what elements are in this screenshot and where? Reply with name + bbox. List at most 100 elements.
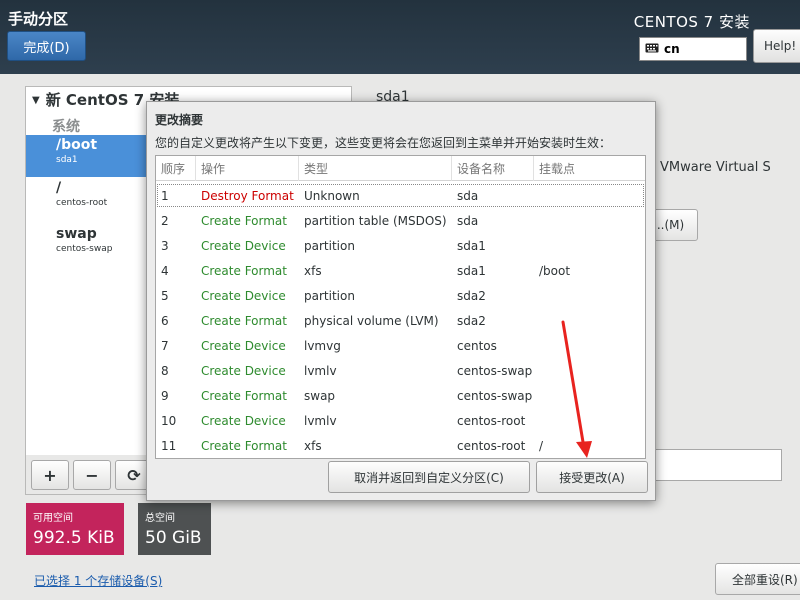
row-device: centos-root (457, 413, 526, 428)
dialog-title: 更改摘要 (155, 113, 204, 127)
mountpoint-name: swap (56, 226, 97, 242)
total-space-box: 总空间 50 GiB (138, 503, 211, 555)
changes-table: 顺序 操作 类型 设备名称 挂载点 1 Destroy Format Unknown… (155, 155, 646, 459)
available-space-label: 可用空间 (33, 513, 73, 524)
row-device: centos-swap (457, 388, 533, 403)
mountpoint-device: centos-swap (56, 244, 113, 254)
row-order: 2 (161, 213, 169, 228)
column-header-action[interactable]: 操作 (196, 156, 299, 181)
accept-changes-button[interactable]: 接受更改(A) (536, 461, 648, 493)
row-device: sda2 (457, 313, 486, 328)
column-header-order[interactable]: 顺序 (156, 156, 196, 181)
table-row[interactable]: 4 Create Format xfs sda1/boot (156, 258, 645, 283)
row-device: centos-swap (457, 363, 533, 378)
table-row[interactable]: 7 Create Device lvmvg centos (156, 333, 645, 358)
table-row[interactable]: 11 Create Format xfs centos-root / (156, 433, 645, 458)
row-action: Create Format (201, 213, 287, 228)
row-action: Create Format (201, 388, 287, 403)
row-order: 3 (161, 238, 169, 253)
column-header-mountpoint[interactable]: 挂载点 (534, 156, 645, 181)
row-order: 9 (161, 388, 169, 403)
row-type: xfs (304, 263, 322, 278)
row-type: lvmlv (304, 413, 337, 428)
product-title: CENTOS 7 安装 (633, 13, 750, 31)
modify-device-button[interactable]: ...(M) (650, 209, 698, 241)
row-device: sda (457, 213, 479, 228)
table-row[interactable]: 8 Create Device lvmlv centos-swap (156, 358, 645, 383)
row-action: Create Device (201, 338, 286, 353)
row-type: xfs (304, 438, 322, 453)
device-name-label: VMware Virtual S (660, 160, 771, 175)
row-action: Create Format (201, 438, 287, 453)
reset-all-button[interactable]: 全部重设(R) (715, 563, 800, 595)
table-row[interactable]: 1 Destroy Format Unknown sda (156, 183, 645, 208)
row-action: Create Device (201, 363, 286, 378)
row-action: Create Device (201, 238, 286, 253)
row-type: partition table (MSDOS) (304, 213, 447, 228)
mountpoint-device: sda1 (56, 155, 78, 165)
mountpoint-item-root[interactable]: / centos-root (26, 178, 146, 220)
mountpoint-device: centos-root (56, 198, 108, 208)
row-order: 1 (161, 188, 169, 203)
row-device: centos (457, 338, 497, 353)
row-order: 8 (161, 363, 169, 378)
help-button[interactable]: Help! (753, 29, 800, 63)
total-space-label: 总空间 (145, 513, 175, 524)
row-order: 11 (161, 438, 177, 453)
row-device: sda (457, 188, 479, 203)
table-row[interactable]: 10 Create Device lvmlv centos-root (156, 408, 645, 433)
keyboard-icon (645, 42, 659, 56)
top-header: 手动分区 完成(D) CENTOS 7 安装 cn Help! (0, 0, 800, 74)
available-space-box: 可用空间 992.5 KiB (26, 503, 124, 555)
column-header-type[interactable]: 类型 (299, 156, 452, 181)
row-type: lvmvg (304, 338, 341, 353)
expander-triangle-icon: ▼ (32, 95, 40, 106)
row-device: sda1 (457, 238, 486, 253)
total-space-value: 50 GiB (145, 528, 202, 548)
page-title: 手动分区 (8, 10, 69, 28)
row-device: centos-root (457, 438, 526, 453)
row-mountpoint: / (539, 438, 544, 453)
row-action: Destroy Format (201, 188, 294, 203)
table-row[interactable]: 3 Create Device partition sda1 (156, 233, 645, 258)
summary-of-changes-dialog: 更改摘要 您的自定义更改将产生以下变更，这些变更将会在您返回到主菜单并开始安装时… (146, 101, 656, 501)
row-mountpoint: /boot (539, 263, 571, 278)
row-type: partition (304, 238, 355, 253)
row-type: swap (304, 388, 336, 403)
row-action: Create Format (201, 263, 287, 278)
table-header: 顺序 操作 类型 设备名称 挂载点 (156, 156, 645, 181)
table-row[interactable]: 9 Create Format swap centos-swap (156, 383, 645, 408)
label-input[interactable] (652, 449, 782, 481)
row-action: Create Device (201, 413, 286, 428)
row-order: 6 (161, 313, 169, 328)
row-order: 10 (161, 413, 177, 428)
row-type: physical volume (LVM) (304, 313, 439, 328)
row-order: 7 (161, 338, 169, 353)
system-label: 系统 (52, 119, 80, 135)
table-row[interactable]: 2 Create Format partition table (MSDOS) sda (156, 208, 645, 233)
row-type: lvmlv (304, 363, 337, 378)
row-type: Unknown (304, 188, 360, 203)
row-action: Create Device (201, 288, 286, 303)
keyboard-layout-label: cn (664, 42, 680, 56)
mountpoint-name: / (56, 180, 62, 196)
done-button[interactable]: 完成(D) (7, 31, 86, 61)
row-order: 5 (161, 288, 169, 303)
row-type: partition (304, 288, 355, 303)
row-device: sda2 (457, 288, 486, 303)
available-space-value: 992.5 KiB (33, 528, 115, 548)
add-mountpoint-button[interactable]: + (31, 460, 69, 490)
table-row[interactable]: 5 Create Device partition sda2 (156, 283, 645, 308)
table-row[interactable]: 6 Create Format physical volume (LVM) sda2 (156, 308, 645, 333)
remove-mountpoint-button[interactable]: − (73, 460, 111, 490)
row-action: Create Format (201, 313, 287, 328)
keyboard-layout-indicator[interactable]: cn (639, 37, 747, 61)
selected-storage-link[interactable]: 已选择 1 个存储设备(S) (34, 572, 162, 589)
mountpoint-name: /boot (56, 137, 98, 153)
mountpoint-item-swap[interactable]: swap centos-swap (26, 224, 146, 266)
dialog-description: 您的自定义更改将产生以下变更，这些变更将会在您返回到主菜单并开始安装时生效： (155, 136, 612, 150)
row-device: sda1 (457, 263, 486, 278)
column-header-device[interactable]: 设备名称 (452, 156, 534, 181)
cancel-and-return-button[interactable]: 取消并返回到自定义分区(C) (328, 461, 530, 493)
mountpoint-item-boot[interactable]: /boot sda1 (26, 135, 146, 177)
